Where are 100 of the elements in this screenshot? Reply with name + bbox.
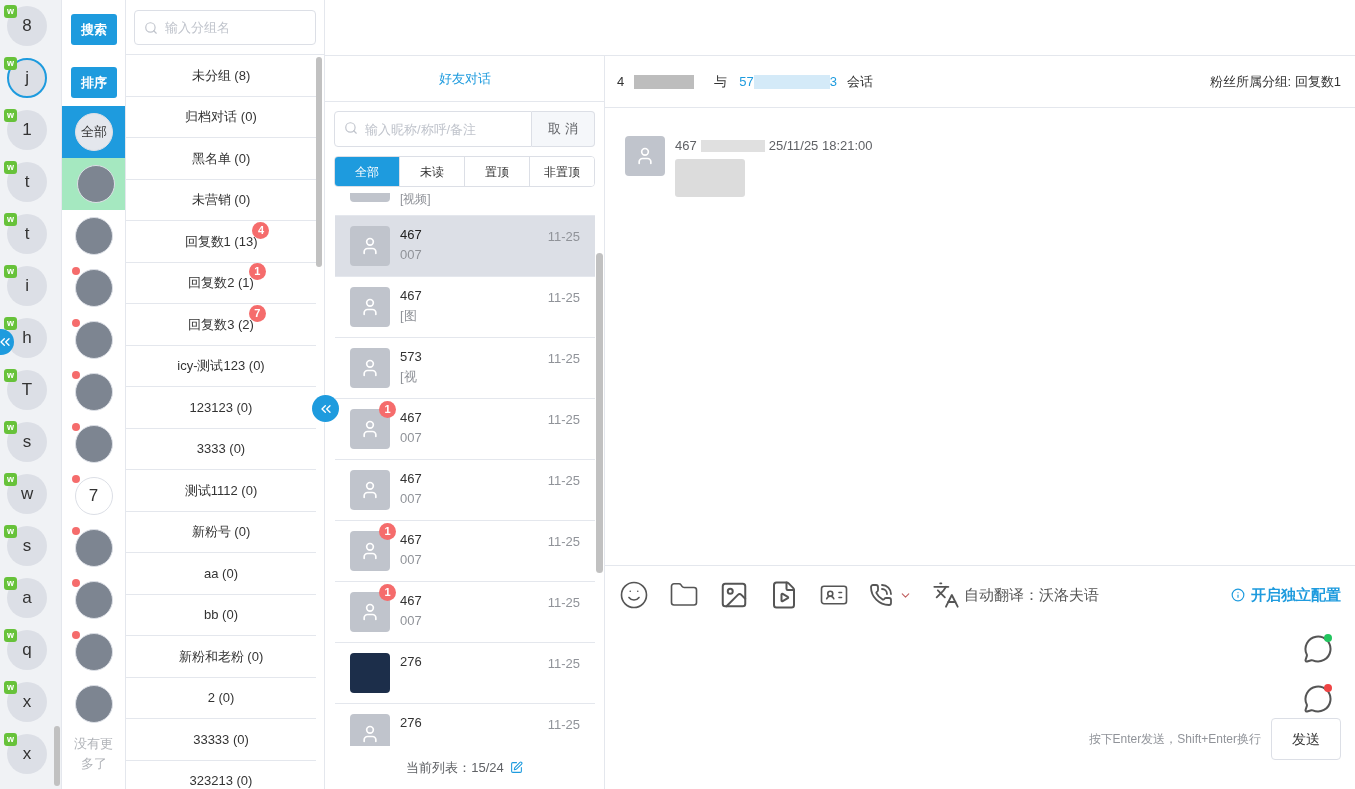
wechat-badge: w: [4, 369, 17, 382]
message-time: 11-25: [547, 228, 580, 246]
group-item[interactable]: 33333 (0): [126, 719, 316, 761]
friend-search-field[interactable]: 输入昵称/称呼/备注: [334, 111, 532, 147]
scrollbar[interactable]: [54, 726, 61, 786]
photo-placeholder: [74, 685, 113, 723]
friend-filter-item[interactable]: 全部: [62, 106, 125, 158]
phone-icon[interactable]: [869, 583, 893, 607]
conversation-item[interactable]: 1 467 007 11-25: [335, 582, 595, 643]
message-time: 11-25: [547, 289, 580, 307]
scrollbar[interactable]: [316, 57, 322, 267]
receiver-id: 3: [829, 72, 837, 91]
info-icon: [1231, 588, 1245, 602]
wechat-badge: w: [4, 577, 17, 590]
contact-name: 467: [400, 410, 423, 425]
wechat-badge: w: [4, 265, 17, 278]
photo-placeholder: [74, 529, 113, 567]
conjunction-text: 与: [714, 72, 728, 91]
group-item[interactable]: 测试1112 (0): [126, 470, 316, 512]
contact-name: 467: [400, 593, 423, 608]
message-preview: 007: [400, 491, 423, 506]
wechat-badge: w: [4, 109, 17, 122]
image-icon[interactable]: [719, 580, 749, 610]
wechat-badge: w: [4, 681, 17, 694]
user-icon: [360, 419, 380, 439]
conversation-item[interactable]: 1 467 007 11-25: [335, 399, 595, 460]
photo-placeholder: [350, 653, 390, 693]
group-item[interactable]: bb (0): [126, 594, 316, 636]
avatar-placeholder: [350, 193, 390, 202]
message-preview: [视频]: [400, 193, 431, 208]
unread-badge: 1: [379, 401, 396, 418]
contact-name: 276: [400, 654, 423, 669]
group-item[interactable]: 2 (0): [126, 677, 316, 719]
contact-name: 467: [400, 288, 423, 303]
group-item[interactable]: 新粉和老粉 (0): [126, 636, 316, 678]
wechat-badge: w: [4, 317, 17, 330]
wechat-badge: w: [4, 5, 17, 18]
user-icon: [360, 541, 380, 561]
message-preview: 007: [400, 247, 423, 262]
user-icon: [360, 724, 380, 744]
contact-name: 573: [400, 349, 423, 364]
conversation-item[interactable]: 1 467 007 11-25: [335, 521, 595, 582]
group-item[interactable]: 回复数2 (1) 1: [126, 262, 316, 304]
message-time: 11-25: [547, 655, 580, 673]
photo-placeholder: [74, 581, 113, 619]
friend-filter-item[interactable]: [62, 158, 125, 210]
message-time: 11-25: [547, 716, 580, 734]
send-button[interactable]: 发送: [1271, 718, 1341, 760]
wechat-badge: w: [4, 525, 17, 538]
group-item[interactable]: 323213 (0): [126, 760, 316, 789]
photo-placeholder: [74, 321, 113, 359]
no-more-text: 没有更多了: [73, 735, 114, 773]
conversation-item[interactable]: 467 007 11-25: [335, 216, 595, 277]
group-search-field[interactable]: 输入分组名: [134, 9, 316, 45]
wechat-badge: w: [4, 213, 17, 226]
wechat-badge: w: [4, 57, 17, 70]
message-preview: [图: [400, 308, 418, 323]
friend-filter-item[interactable]: 7: [62, 470, 125, 522]
message-sender: 467: [675, 137, 697, 155]
quick-reply-icon[interactable]: [1303, 634, 1333, 664]
send-hint: 按下Enter发送，Shift+Enter换行: [1088, 731, 1261, 748]
panel-title: 好友对话: [325, 56, 604, 102]
collapse-button[interactable]: [312, 395, 339, 422]
wechat-badge: w: [4, 161, 17, 174]
user-icon: [635, 146, 655, 166]
message-preview: 007: [400, 430, 423, 445]
emoji-icon[interactable]: [619, 580, 649, 610]
group-item[interactable]: icy-测试123 (0): [126, 345, 316, 387]
user-icon: [360, 480, 380, 500]
photo-placeholder: [74, 633, 113, 671]
scrollbar[interactable]: [596, 253, 603, 573]
quick-reply-icon[interactable]: [1303, 684, 1333, 714]
group-item[interactable]: 回复数3 (2) 7: [126, 304, 316, 346]
edit-icon[interactable]: [509, 761, 523, 774]
group-item[interactable]: 新粉号 (0): [126, 511, 316, 553]
cancel-button[interactable]: 取 消: [532, 111, 595, 147]
translate-setting: 自动翻译：沃洛夫语: [964, 584, 1099, 605]
wechat-badge: w: [4, 421, 17, 434]
unread-badge: 1: [379, 523, 396, 540]
group-item[interactable]: aa (0): [126, 553, 316, 595]
search-icon: [344, 121, 358, 135]
receiver-id: 57: [739, 72, 754, 91]
message-preview: [视: [400, 369, 418, 384]
contact-name: 467: [400, 227, 423, 242]
group-item[interactable]: 3333 (0): [126, 428, 316, 470]
contact-name: 276: [400, 715, 423, 730]
avatar: 7: [74, 477, 113, 515]
user-icon: [360, 358, 380, 378]
user-icon: [360, 236, 380, 256]
contact-name: 467: [400, 471, 423, 486]
fan-group-label: 粉丝所属分组: 回复数1: [1209, 72, 1341, 91]
translate-icon[interactable]: [932, 581, 960, 609]
message-time: 11-25: [547, 350, 580, 368]
photo-placeholder: [74, 217, 113, 255]
redaction-block: [634, 74, 695, 89]
photo-placeholder: [74, 425, 113, 463]
wechat-badge: w: [4, 733, 17, 746]
message-preview: 007: [400, 552, 423, 567]
redaction-block: [700, 139, 765, 152]
wechat-badge: w: [4, 629, 17, 642]
